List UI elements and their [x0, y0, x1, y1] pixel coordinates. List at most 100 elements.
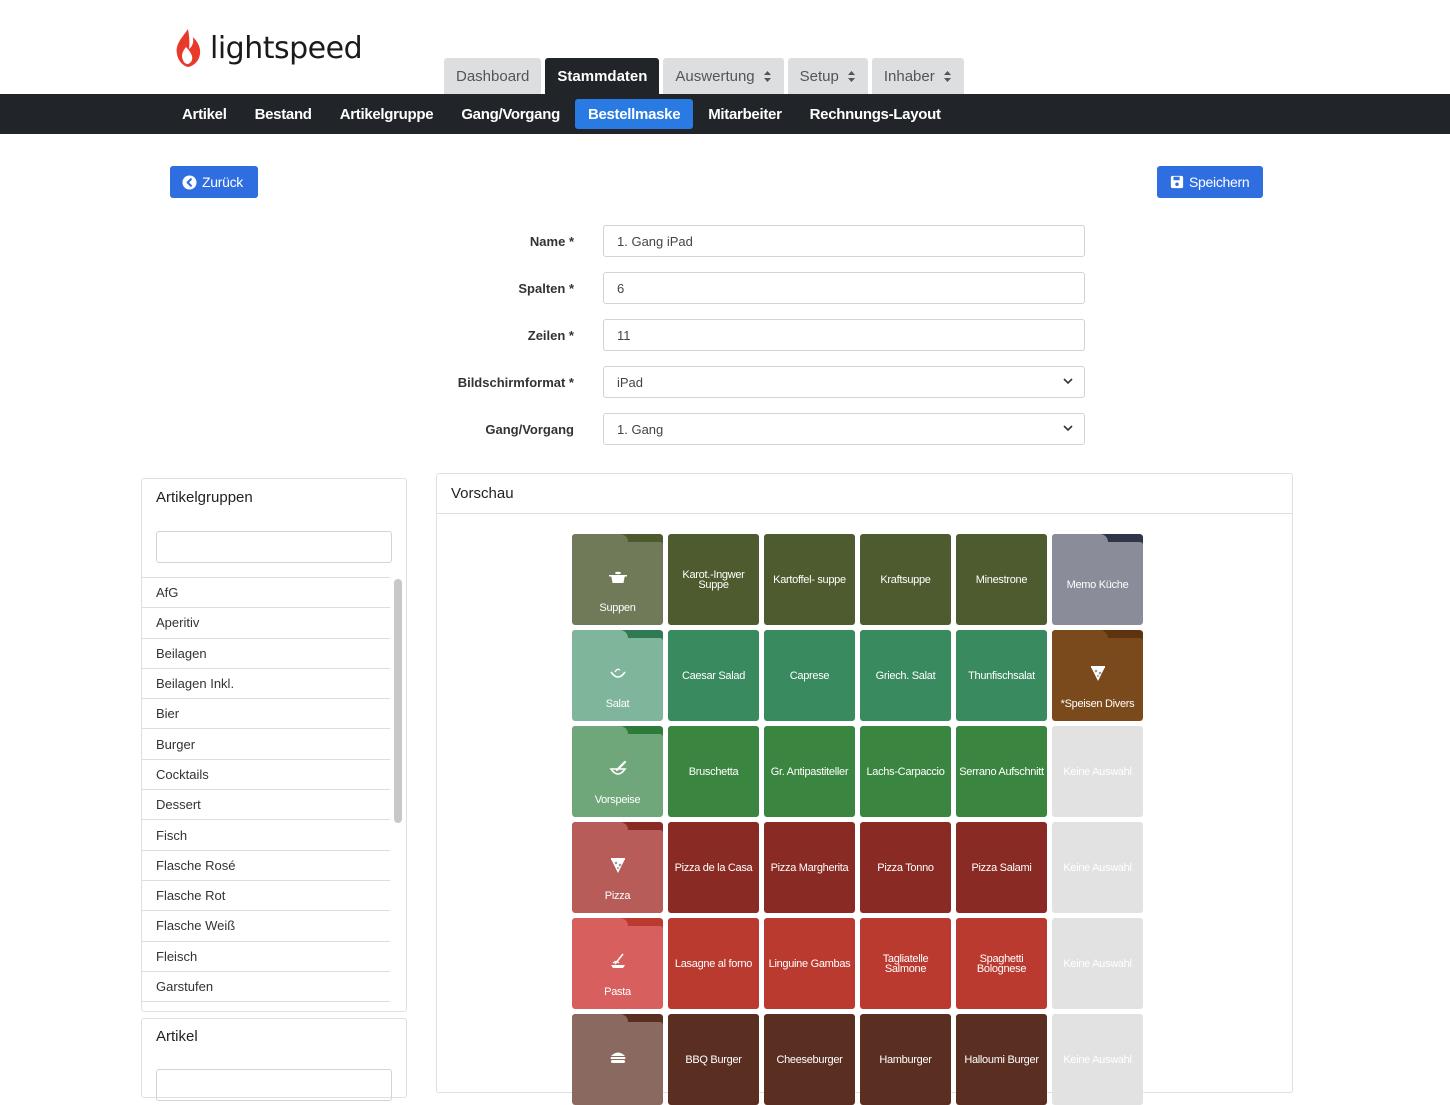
article-group-item[interactable]: Burger [142, 728, 390, 758]
article-group-item[interactable]: Beilagen Inkl. [142, 667, 390, 698]
sub-nav-item[interactable]: Mitarbeiter [695, 99, 794, 129]
empty-slot-tile[interactable]: Keine Auswahl [1052, 726, 1143, 817]
pot-icon [572, 568, 663, 586]
article-tile[interactable]: Thunfischsalat [956, 630, 1047, 721]
empty-slot-tile[interactable]: Keine Auswahl [1052, 1014, 1143, 1105]
empty-slot-tile[interactable]: Keine Auswahl [1052, 918, 1143, 1009]
chevron-down-icon [1063, 425, 1073, 432]
folder-tile[interactable]: Suppen [572, 534, 663, 625]
article-tile[interactable]: BBQ Burger [668, 1014, 759, 1105]
article-group-item[interactable]: Flasche Weiß [142, 910, 390, 940]
tile-label: Lachs-Carpaccio [866, 765, 945, 778]
article-groups-scrollbar[interactable] [394, 579, 402, 823]
tile-label: Serrano Aufschnitt [959, 765, 1044, 778]
brand-logo[interactable]: lightspeed [172, 26, 363, 70]
article-tile[interactable]: Linguine Gambas [764, 918, 855, 1009]
articles-title: Artikel [156, 1028, 198, 1045]
folder-tile[interactable]: *Speisen Divers [1052, 630, 1143, 721]
article-tile[interactable]: Lachs-Carpaccio [860, 726, 951, 817]
folder-tile[interactable] [572, 1014, 663, 1105]
sub-nav-item[interactable]: Bestand [242, 99, 325, 129]
mortar-icon [572, 760, 663, 778]
tile-label: Pizza Tonno [877, 861, 934, 874]
folder-tile[interactable]: Memo Küche [1052, 534, 1143, 625]
article-group-item[interactable]: Fisch [142, 819, 390, 849]
folder-tile[interactable]: Pasta [572, 918, 663, 1009]
article-group-item[interactable]: Flasche Rot [142, 879, 390, 910]
columns-field[interactable]: 6 [603, 272, 1085, 304]
article-tile[interactable]: Bruschetta [668, 726, 759, 817]
article-group-item[interactable]: Fleisch [142, 940, 390, 971]
article-group-item[interactable]: Cocktails [142, 758, 390, 789]
tile-label: Pizza Salami [971, 861, 1032, 874]
top-tab-auswertung[interactable]: Auswertung [663, 58, 784, 94]
sort-caret-icon [847, 70, 856, 83]
name-field[interactable]: 1. Gang iPad [603, 225, 1085, 257]
article-group-item[interactable]: Dessert [142, 789, 390, 819]
article-tile[interactable]: Hamburger [860, 1014, 951, 1105]
folder-tile[interactable]: Salat [572, 630, 663, 721]
top-tab-dashboard[interactable]: Dashboard [444, 58, 542, 94]
article-tile[interactable]: Karot.-Ingwer Suppe [668, 534, 759, 625]
rows-field[interactable]: 11 [603, 319, 1085, 351]
sub-nav-item[interactable]: Gang/Vorgang [448, 99, 573, 129]
articles-filter-input[interactable] [156, 1069, 392, 1101]
articles-panel: Artikel [141, 1018, 407, 1101]
article-tile[interactable]: Pizza Salami [956, 822, 1047, 913]
article-tile[interactable]: Minestrone [956, 534, 1047, 625]
article-tile[interactable]: Pizza Margherita [764, 822, 855, 913]
tile-label: Halloumi Burger [964, 1053, 1039, 1066]
article-tile[interactable]: Kraftsuppe [860, 534, 951, 625]
article-group-item[interactable]: Garstufen [142, 970, 390, 1001]
article-tile[interactable]: Cheeseburger [764, 1014, 855, 1105]
top-tab-inhaber[interactable]: Inhaber [871, 58, 964, 94]
folder-tile[interactable]: Pizza [572, 822, 663, 913]
article-group-item[interactable]: Bier [142, 698, 390, 728]
back-button-label: Zurück [202, 174, 243, 190]
tile-label: Caesar Salad [681, 669, 746, 682]
article-tile[interactable]: Pizza de la Casa [668, 822, 759, 913]
sub-nav-item[interactable]: Rechnungs-Layout [797, 99, 954, 129]
article-tile[interactable]: Caprese [764, 630, 855, 721]
empty-slot-tile[interactable]: Keine Auswahl [1052, 822, 1143, 913]
top-tab-setup[interactable]: Setup [787, 58, 868, 94]
article-tile[interactable]: Caesar Salad [668, 630, 759, 721]
tile-label: Gr. Antipastiteller [770, 765, 849, 778]
article-tile[interactable]: Kartoffel- suppe [764, 534, 855, 625]
top-tab-label: Auswertung [675, 67, 755, 85]
article-tile[interactable]: Pizza Tonno [860, 822, 951, 913]
article-tile[interactable]: Halloumi Burger [956, 1014, 1047, 1105]
article-group-item[interactable]: Beilagen [142, 637, 390, 668]
folder-tile[interactable]: Vorspeise [572, 726, 663, 817]
back-button[interactable]: Zurück [170, 166, 258, 198]
tile-label: Pizza de la Casa [674, 861, 753, 874]
format-select[interactable]: iPad [603, 366, 1085, 398]
article-tile[interactable]: Griech. Salat [860, 630, 951, 721]
sort-caret-icon [943, 70, 952, 83]
top-tab-label: Dashboard [456, 67, 530, 85]
article-group-item[interactable]: Aperitiv [142, 607, 390, 637]
save-button[interactable]: Speichern [1157, 166, 1263, 198]
course-select[interactable]: 1. Gang [603, 413, 1085, 445]
article-tile[interactable]: Tagliatelle Salmone [860, 918, 951, 1009]
sub-nav-item[interactable]: Artikelgruppe [327, 99, 447, 129]
preview-header: Vorschau [437, 474, 1292, 514]
article-tile[interactable]: Lasagne al forno [668, 918, 759, 1009]
rows-label: Zeilen * [527, 328, 574, 343]
article-group-item[interactable]: Flasche Rosé [142, 849, 390, 880]
article-group-item-partial[interactable] [142, 1001, 390, 1009]
name-value: 1. Gang iPad [617, 233, 693, 249]
article-tile[interactable]: Gr. Antipastiteller [764, 726, 855, 817]
name-label: Name * [529, 234, 574, 249]
folder-label: *Speisen Divers [1060, 698, 1135, 710]
scrollbar-thumb[interactable] [394, 579, 402, 823]
article-tile[interactable]: Spaghetti Bolognese [956, 918, 1047, 1009]
name-row: Name * 1. Gang iPad [430, 225, 1090, 259]
sub-nav-item[interactable]: Bestellmaske [574, 99, 694, 129]
article-groups-filter-input[interactable] [156, 531, 392, 563]
article-group-item[interactable]: AfG [142, 577, 390, 607]
article-tile[interactable]: Serrano Aufschnitt [956, 726, 1047, 817]
sub-nav-item[interactable]: Artikel [169, 99, 240, 129]
top-tab-stammdaten[interactable]: Stammdaten [545, 58, 660, 94]
folder-label: Pasta [604, 986, 631, 998]
